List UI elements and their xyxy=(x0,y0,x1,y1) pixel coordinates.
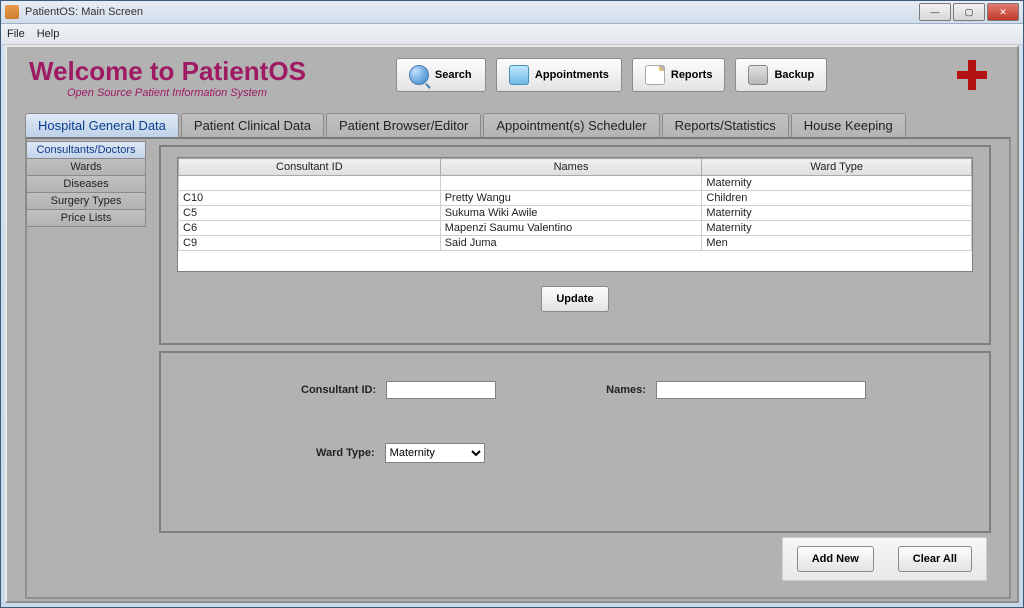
sidetab-diseases[interactable]: Diseases xyxy=(26,175,146,193)
ward-type-select[interactable]: Maternity xyxy=(385,443,485,463)
form-actions: Add New Clear All xyxy=(782,537,987,581)
app-window: PatientOS: Main Screen — ▢ ✕ File Help W… xyxy=(0,0,1024,608)
sidetab-consultants-doctors[interactable]: Consultants/Doctors xyxy=(26,141,146,159)
tab-appointments-scheduler[interactable]: Appointment(s) Scheduler xyxy=(483,113,659,137)
menubar: File Help xyxy=(1,24,1023,45)
window-title: PatientOS: Main Screen xyxy=(25,6,919,18)
menu-help[interactable]: Help xyxy=(37,28,60,40)
col-consultant-id[interactable]: Consultant ID xyxy=(179,159,441,176)
header: Welcome to PatientOS Open Source Patient… xyxy=(7,47,1017,103)
appointments-button[interactable]: Appointments xyxy=(496,58,622,92)
reports-button[interactable]: Reports xyxy=(632,58,726,92)
redcross-icon xyxy=(957,60,987,90)
ward-type-label: Ward Type: xyxy=(316,447,375,459)
table-row[interactable]: C10 Pretty Wangu Children xyxy=(179,191,972,206)
side-tabs: Consultants/Doctors Wards Diseases Surge… xyxy=(26,141,146,226)
update-row: Update xyxy=(161,286,989,312)
tab-hospital-general-data[interactable]: Hospital General Data xyxy=(25,113,179,137)
window-controls: — ▢ ✕ xyxy=(919,3,1019,21)
backup-icon xyxy=(748,65,768,85)
consultant-id-label: Consultant ID: xyxy=(301,384,376,396)
maximize-button[interactable]: ▢ xyxy=(953,3,985,21)
sidetab-wards[interactable]: Wards xyxy=(26,158,146,176)
table-row[interactable]: Maternity xyxy=(179,176,972,191)
minimize-button[interactable]: — xyxy=(919,3,951,21)
consultants-table-wrap: Consultant ID Names Ward Type Maternity xyxy=(177,157,973,272)
close-button[interactable]: ✕ xyxy=(987,3,1019,21)
main-tabs: Hospital General Data Patient Clinical D… xyxy=(25,113,1017,137)
backup-button[interactable]: Backup xyxy=(735,58,827,92)
consultant-id-input[interactable] xyxy=(386,381,496,399)
tab-reports-statistics[interactable]: Reports/Statistics xyxy=(662,113,789,137)
clear-all-button[interactable]: Clear All xyxy=(898,546,972,572)
col-names[interactable]: Names xyxy=(440,159,702,176)
appointments-icon xyxy=(509,65,529,85)
add-new-button[interactable]: Add New xyxy=(797,546,874,572)
tab-house-keeping[interactable]: House Keeping xyxy=(791,113,906,137)
tab-panel: Consultants/Doctors Wards Diseases Surge… xyxy=(25,137,1011,599)
update-button[interactable]: Update xyxy=(541,286,608,312)
titlebar: PatientOS: Main Screen — ▢ ✕ xyxy=(1,1,1023,24)
backup-label: Backup xyxy=(774,69,814,81)
table-row[interactable]: C6 Mapenzi Saumu Valentino Maternity xyxy=(179,221,972,236)
names-input[interactable] xyxy=(656,381,866,399)
page-title: Welcome to PatientOS xyxy=(29,56,306,87)
consultants-table-panel: Consultant ID Names Ward Type Maternity xyxy=(159,145,991,345)
reports-icon xyxy=(645,65,665,85)
content-area: Welcome to PatientOS Open Source Patient… xyxy=(5,45,1019,603)
java-icon xyxy=(5,5,19,19)
tab-patient-browser-editor[interactable]: Patient Browser/Editor xyxy=(326,113,481,137)
consultants-form-panel: Consultant ID: Names: Ward Type: Materni… xyxy=(159,351,991,533)
appointments-label: Appointments xyxy=(535,69,609,81)
tab-patient-clinical-data[interactable]: Patient Clinical Data xyxy=(181,113,324,137)
brand: Welcome to PatientOS Open Source Patient… xyxy=(7,52,306,99)
sidetab-price-lists[interactable]: Price Lists xyxy=(26,209,146,227)
search-label: Search xyxy=(435,69,472,81)
menu-file[interactable]: File xyxy=(7,28,25,40)
toolbar: Search Appointments Reports Backup xyxy=(396,58,827,92)
col-ward-type[interactable]: Ward Type xyxy=(702,159,972,176)
tagline: Open Source Patient Information System xyxy=(67,87,306,99)
table-row[interactable]: C9 Said Juma Men xyxy=(179,236,972,251)
search-button[interactable]: Search xyxy=(396,58,486,92)
consultants-table[interactable]: Consultant ID Names Ward Type Maternity xyxy=(178,158,972,251)
sidetab-surgery-types[interactable]: Surgery Types xyxy=(26,192,146,210)
search-icon xyxy=(409,65,429,85)
names-label: Names: xyxy=(606,384,646,396)
table-row[interactable]: C5 Sukuma Wiki Awile Maternity xyxy=(179,206,972,221)
reports-label: Reports xyxy=(671,69,713,81)
